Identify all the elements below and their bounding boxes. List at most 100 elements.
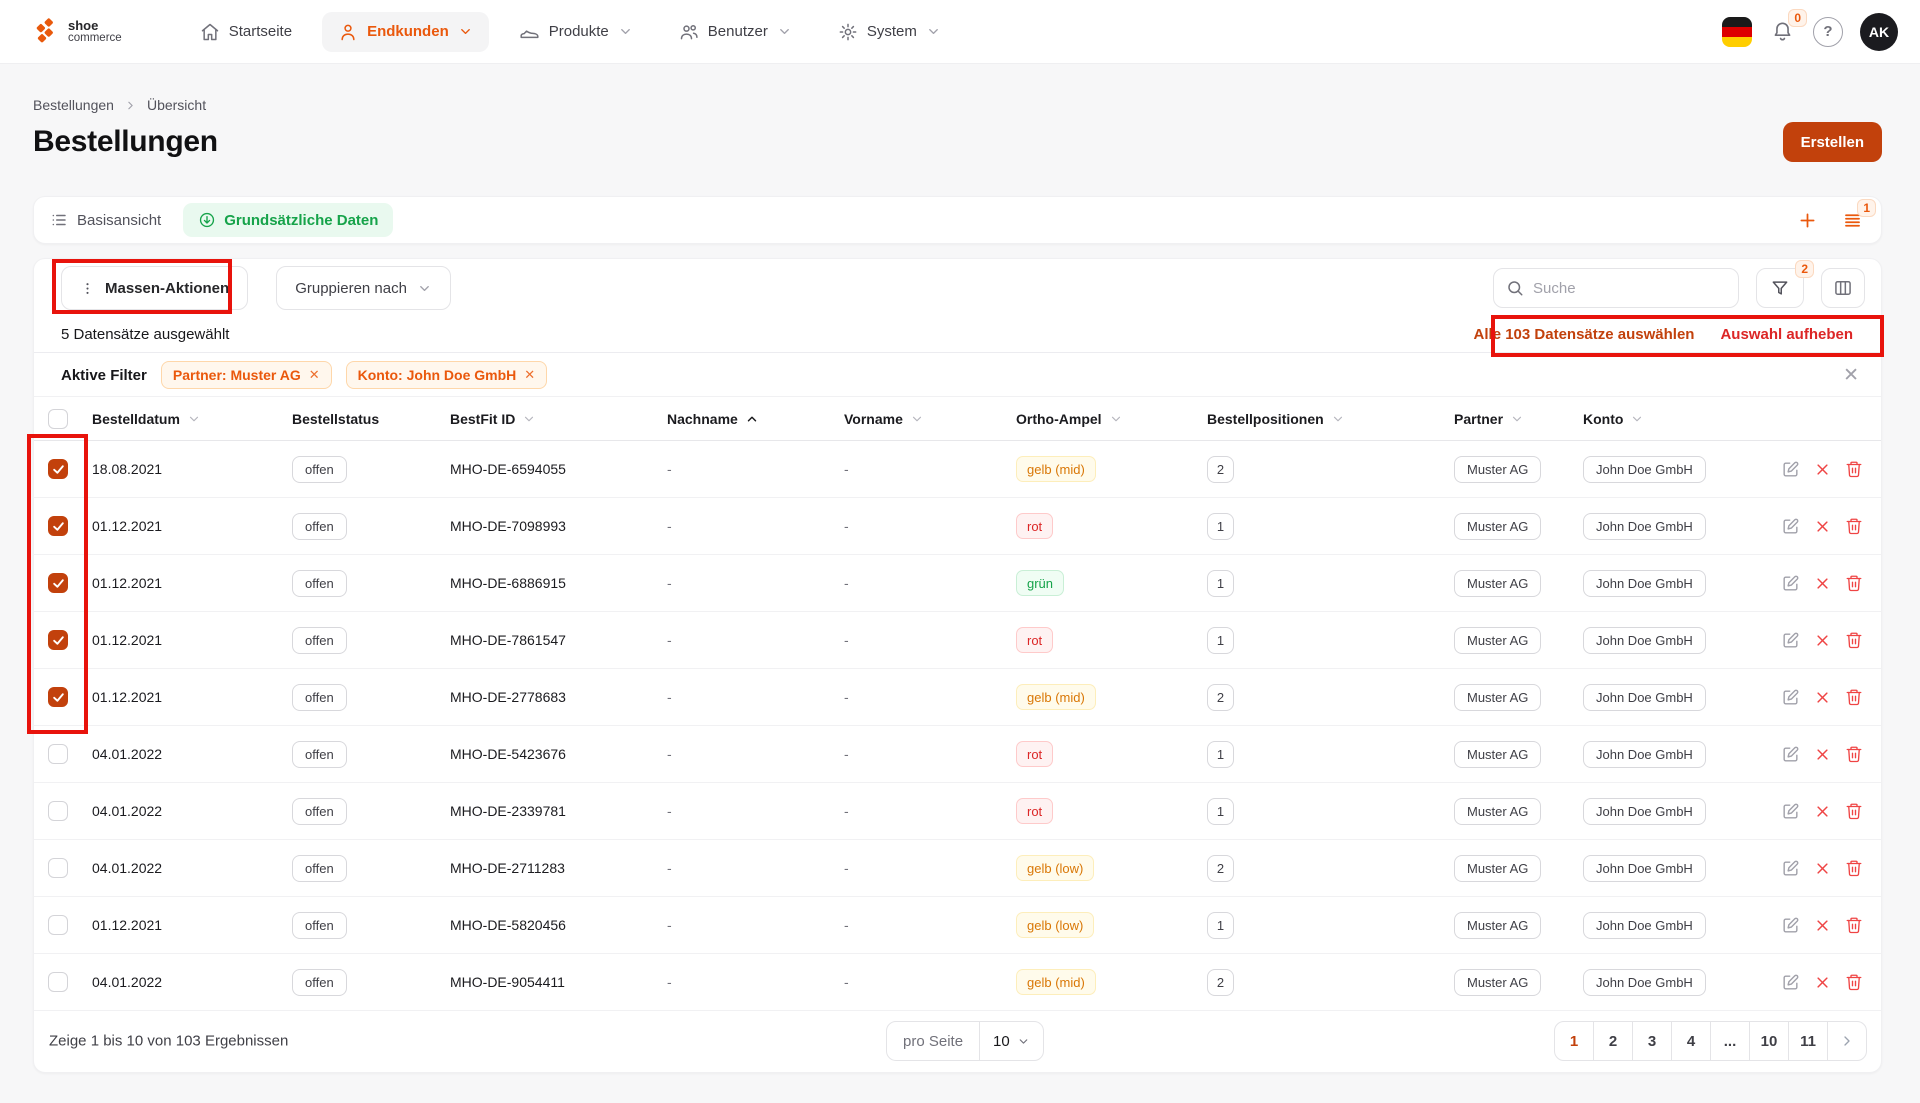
cancel-row-button[interactable] [1815, 804, 1830, 819]
table-row[interactable]: 01.12.2021 offen MHO-DE-7861547 - - rot … [34, 612, 1881, 669]
edit-row-button[interactable] [1781, 460, 1800, 479]
row-checkbox[interactable] [48, 687, 68, 707]
delete-row-button[interactable] [1845, 973, 1863, 991]
delete-row-button[interactable] [1845, 916, 1863, 934]
tab-basisansicht[interactable]: Basisansicht [50, 211, 161, 229]
cancel-row-button[interactable] [1815, 975, 1830, 990]
edit-row-button[interactable] [1781, 517, 1800, 536]
user-avatar[interactable]: AK [1860, 13, 1898, 51]
cancel-row-button[interactable] [1815, 519, 1830, 534]
delete-row-button[interactable] [1845, 688, 1863, 706]
column-header-bestfit-id[interactable]: BestFit ID [450, 411, 667, 427]
clear-selection-link[interactable]: Auswahl aufheben [1720, 326, 1853, 343]
filter-chip-konto[interactable]: Konto: John Doe GmbH ✕ [346, 361, 548, 389]
column-header-konto[interactable]: Konto [1583, 411, 1746, 427]
delete-row-button[interactable] [1845, 574, 1863, 592]
page-button[interactable]: 11 [1788, 1021, 1828, 1061]
page-button[interactable]: 2 [1593, 1021, 1633, 1061]
row-checkbox[interactable] [48, 801, 68, 821]
cancel-row-button[interactable] [1815, 576, 1830, 591]
nav-item-system[interactable]: System [822, 12, 957, 52]
column-header-bestellstatus[interactable]: Bestellstatus [292, 411, 450, 427]
filter-chip-partner[interactable]: Partner: Muster AG ✕ [161, 361, 332, 389]
breadcrumb-uebersicht[interactable]: Übersicht [147, 97, 206, 113]
table-row[interactable]: 01.12.2021 offen MHO-DE-7098993 - - rot … [34, 498, 1881, 555]
cancel-row-button[interactable] [1815, 747, 1830, 762]
language-flag-de[interactable] [1722, 17, 1752, 47]
remove-filter-icon[interactable]: ✕ [524, 367, 535, 383]
delete-row-button[interactable] [1845, 517, 1863, 535]
clear-filters-icon[interactable]: ✕ [1843, 366, 1859, 385]
table-row[interactable]: 04.01.2022 offen MHO-DE-9054411 - - gelb… [34, 954, 1881, 1011]
tab-grundsaetzliche-daten[interactable]: Grundsätzliche Daten [183, 203, 393, 237]
nav-item-produkte[interactable]: Produkte [503, 11, 649, 52]
edit-row-button[interactable] [1781, 802, 1800, 821]
page-button[interactable]: 1 [1554, 1021, 1594, 1061]
cancel-row-button[interactable] [1815, 462, 1830, 477]
page-button[interactable]: 10 [1749, 1021, 1789, 1061]
select-all-link[interactable]: Alle 103 Datensätze auswählen [1474, 326, 1695, 343]
edit-row-button[interactable] [1781, 574, 1800, 593]
nav-item-startseite[interactable]: Startseite [184, 12, 308, 52]
delete-row-button[interactable] [1845, 745, 1863, 763]
page-button[interactable]: 3 [1632, 1021, 1672, 1061]
breadcrumb-bestellungen[interactable]: Bestellungen [33, 97, 114, 113]
edit-row-button[interactable] [1781, 631, 1800, 650]
edit-row-button[interactable] [1781, 973, 1800, 992]
cancel-row-button[interactable] [1815, 861, 1830, 876]
brand-logo[interactable]: shoe commerce [33, 18, 122, 45]
edit-row-button[interactable] [1781, 745, 1800, 764]
table-row[interactable]: 04.01.2022 offen MHO-DE-5423676 - - rot … [34, 726, 1881, 783]
cell-nachname: - [667, 461, 844, 477]
row-checkbox[interactable] [48, 744, 68, 764]
delete-row-button[interactable] [1845, 802, 1863, 820]
row-checkbox[interactable] [48, 459, 68, 479]
create-button[interactable]: Erstellen [1783, 122, 1882, 162]
notifications-button[interactable]: 0 [1769, 18, 1796, 45]
group-by-button[interactable]: Gruppieren nach [276, 266, 451, 310]
cancel-row-button[interactable] [1815, 918, 1830, 933]
row-checkbox[interactable] [48, 630, 68, 650]
table-row[interactable]: 04.01.2022 offen MHO-DE-2339781 - - rot … [34, 783, 1881, 840]
table-row[interactable]: 01.12.2021 offen MHO-DE-2778683 - - gelb… [34, 669, 1881, 726]
select-all-checkbox[interactable] [48, 409, 68, 429]
table-row[interactable]: 01.12.2021 offen MHO-DE-5820456 - - gelb… [34, 897, 1881, 954]
delete-row-button[interactable] [1845, 631, 1863, 649]
add-view-button[interactable] [1795, 208, 1820, 233]
row-checkbox[interactable] [48, 915, 68, 935]
delete-row-button[interactable] [1845, 859, 1863, 877]
delete-row-button[interactable] [1845, 460, 1863, 478]
page-button[interactable]: ... [1710, 1021, 1750, 1061]
cancel-row-button[interactable] [1815, 633, 1830, 648]
ortho-ampel-badge: gelb (mid) [1016, 684, 1096, 710]
column-header-bestellpositionen[interactable]: Bestellpositionen [1207, 411, 1454, 427]
help-button[interactable]: ? [1813, 17, 1843, 47]
table-row[interactable]: 04.01.2022 offen MHO-DE-2711283 - - gelb… [34, 840, 1881, 897]
columns-button[interactable] [1821, 268, 1865, 308]
per-page-select[interactable]: 10 [980, 1022, 1043, 1060]
next-page-button[interactable] [1827, 1021, 1867, 1061]
bulk-actions-button[interactable]: Massen-Aktionen [61, 266, 248, 310]
column-header-nachname[interactable]: Nachname [667, 411, 844, 427]
row-checkbox[interactable] [48, 858, 68, 878]
column-header-vorname[interactable]: Vorname [844, 411, 1016, 427]
row-checkbox[interactable] [48, 972, 68, 992]
nav-item-benutzer[interactable]: Benutzer [663, 12, 808, 52]
column-header-partner[interactable]: Partner [1454, 411, 1583, 427]
table-row[interactable]: 01.12.2021 offen MHO-DE-6886915 - - grün… [34, 555, 1881, 612]
filter-button[interactable]: 2 [1756, 268, 1804, 308]
column-header-bestelldatum[interactable]: Bestelldatum [92, 411, 292, 427]
edit-row-button[interactable] [1781, 916, 1800, 935]
cancel-row-button[interactable] [1815, 690, 1830, 705]
edit-row-button[interactable] [1781, 859, 1800, 878]
table-row[interactable]: 18.08.2021 offen MHO-DE-6594055 - - gelb… [34, 441, 1881, 498]
nav-item-endkunden[interactable]: Endkunden [322, 12, 489, 52]
saved-views-button[interactable]: 1 [1840, 208, 1865, 233]
column-header-ortho-ampel[interactable]: Ortho-Ampel [1016, 411, 1207, 427]
row-checkbox[interactable] [48, 573, 68, 593]
row-checkbox[interactable] [48, 516, 68, 536]
remove-filter-icon[interactable]: ✕ [309, 367, 320, 383]
edit-row-button[interactable] [1781, 688, 1800, 707]
page-button[interactable]: 4 [1671, 1021, 1711, 1061]
search-input[interactable] [1533, 280, 1732, 297]
